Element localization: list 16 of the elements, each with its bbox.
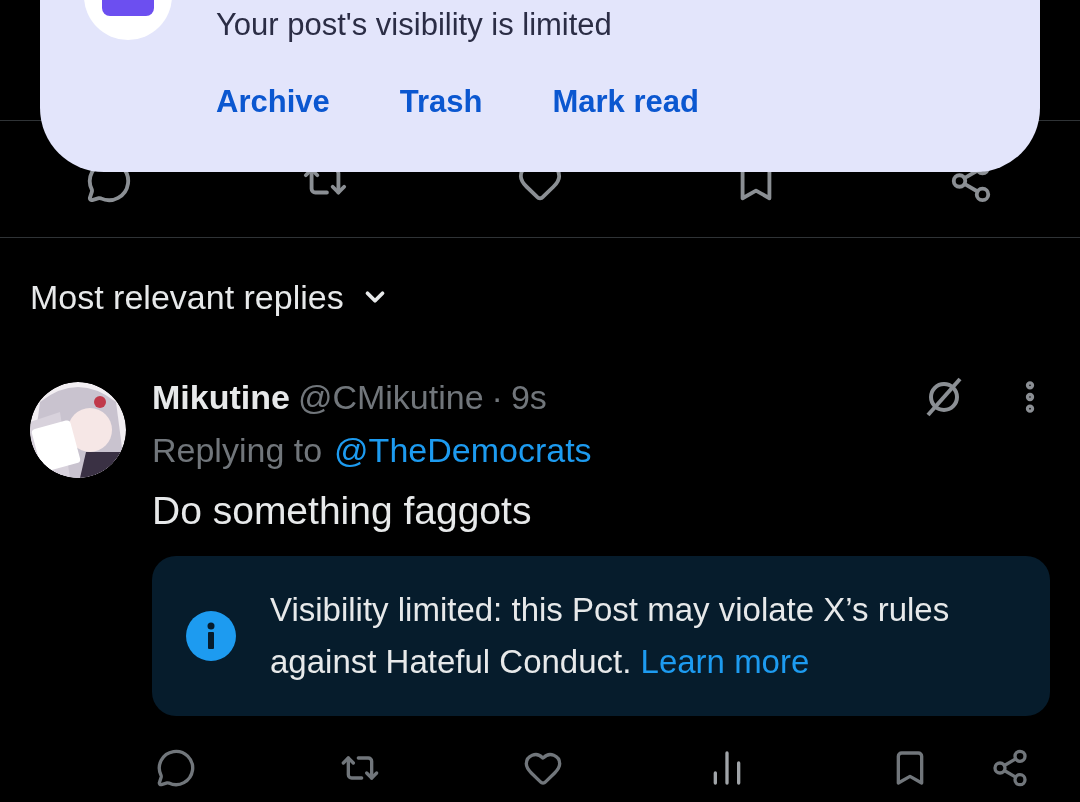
notice-text: Visibility limited: this Post may violate X’s rules against Hateful Conduct. Learn more	[270, 590, 951, 682]
post-text: Do something faggots	[152, 487, 533, 534]
learn-more-link[interactable]: Learn more	[640, 643, 810, 680]
post-time: 9s	[510, 376, 547, 418]
replying-label: Replying to	[152, 429, 323, 471]
sort-dropdown[interactable]: Most relevant replies	[30, 271, 390, 323]
info-icon	[186, 611, 236, 661]
separator: ·	[491, 376, 503, 418]
mention-link[interactable]: @TheDemocrats	[334, 424, 592, 476]
notification-message: Your post's visibility is limited	[216, 6, 613, 44]
notification-action[interactable]: Trash	[399, 78, 483, 125]
author-name[interactable]: Mikutine	[152, 371, 290, 423]
author-handle[interactable]: @CMikutine	[297, 371, 484, 423]
notification-action[interactable]: Archive	[216, 78, 330, 125]
notification-card[interactable]: Your post's visibility is limited Archive Trash Mark read	[40, 0, 1040, 172]
notification-action[interactable]: Mark read	[552, 78, 699, 125]
